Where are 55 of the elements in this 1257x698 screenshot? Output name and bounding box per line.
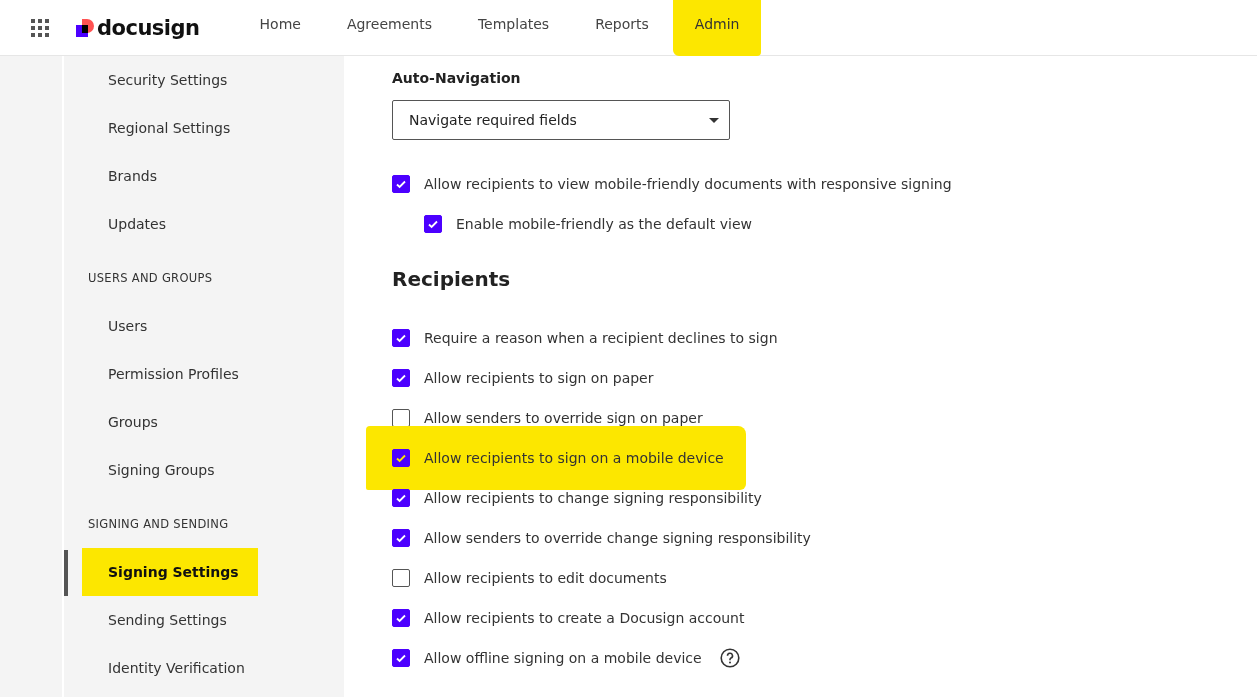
option-label: Allow recipients to sign on paper	[424, 370, 654, 386]
check-icon	[395, 652, 407, 664]
help-icon[interactable]	[719, 648, 740, 668]
checkbox[interactable]	[392, 649, 410, 667]
select-field[interactable]: Navigate required fields	[392, 100, 730, 140]
checkbox[interactable]	[392, 369, 410, 387]
option-label: Allow senders to override change signing responsibility	[424, 530, 811, 546]
check-icon	[395, 372, 407, 384]
sidebar-item[interactable]: Sending Settings	[64, 596, 344, 644]
checkbox[interactable]	[392, 569, 410, 587]
sidebar-item[interactable]: Identity Verification	[64, 644, 344, 692]
logo-wordmark[interactable]: docusign	[97, 15, 200, 40]
nav-tab[interactable]: Admin	[672, 0, 762, 56]
checkbox[interactable]	[392, 529, 410, 547]
checkbox[interactable]	[392, 329, 410, 347]
nav-tab[interactable]: Agreements	[324, 0, 454, 56]
caret-icon	[709, 117, 719, 123]
option-label: Allow recipients to sign on a mobile device	[424, 450, 724, 466]
sidebar-item[interactable]: Security Settings	[64, 56, 344, 104]
sidebar-item[interactable]: Users	[64, 302, 344, 350]
check-icon	[395, 332, 407, 344]
option-label: Allow senders to override sign on paper	[424, 410, 703, 426]
checkbox[interactable]	[392, 175, 410, 193]
nav-tab[interactable]: Home	[237, 0, 323, 56]
nav-tab[interactable]: Templates	[455, 0, 572, 56]
check-icon	[395, 492, 407, 504]
section-title: Recipients	[392, 267, 512, 291]
section-heading: USERS AND GROUPS	[87, 270, 214, 287]
section-heading: SIGNING AND SENDING	[87, 516, 230, 533]
sidebar-item[interactable]: Updates	[64, 200, 344, 248]
check-icon	[395, 612, 407, 624]
option-label: Allow offline signing on a mobile device	[424, 650, 702, 666]
sidebar-item[interactable]: Groups	[64, 398, 344, 446]
option-label: Allow recipients to change signing responsibility	[424, 490, 762, 506]
app-grid-icon[interactable]	[31, 18, 49, 37]
check-icon	[395, 452, 407, 464]
option-label: Enable mobile-friendly as the default view	[456, 216, 752, 232]
field-label: Auto-Navigation	[392, 70, 522, 88]
sidebar-item[interactable]: Signing Groups	[64, 446, 344, 494]
sidebar-item[interactable]: Regional Settings	[64, 104, 344, 152]
checkbox[interactable]	[424, 215, 442, 233]
sidebar-item[interactable]: Permission Profiles	[64, 350, 344, 398]
option-label: Allow recipients to edit documents	[424, 570, 667, 586]
option-label: Allow recipients to create a Docusign account	[424, 610, 745, 626]
checkbox[interactable]	[392, 609, 410, 627]
nav-tab[interactable]: Reports	[573, 0, 671, 56]
sidebar-item[interactable]: Brands	[64, 152, 344, 200]
check-icon	[395, 178, 407, 190]
check-icon	[395, 532, 407, 544]
option-label: Require a reason when a recipient declines to sign	[424, 330, 778, 346]
logo-icon	[76, 18, 94, 37]
checkbox[interactable]	[392, 449, 410, 467]
checkbox[interactable]	[392, 489, 410, 507]
check-icon	[427, 218, 439, 230]
option-label: Allow recipients to view mobile-friendly documents with responsive signing	[424, 176, 952, 192]
